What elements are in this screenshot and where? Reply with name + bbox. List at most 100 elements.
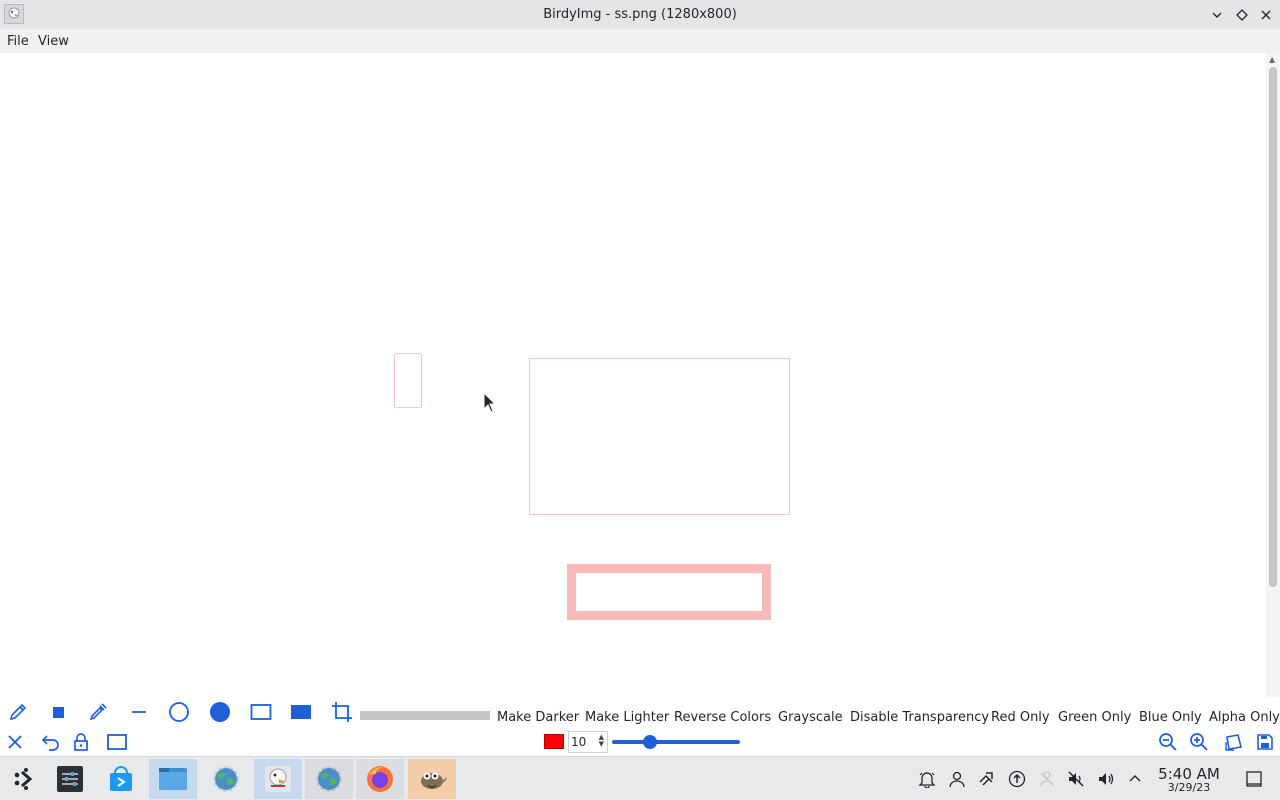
lock-button[interactable]	[68, 729, 94, 755]
blue-only-button[interactable]: Blue Only	[1139, 710, 1202, 725]
taskbar-system-settings[interactable]	[46, 759, 94, 799]
close-image-button[interactable]	[2, 729, 28, 755]
filled-square-small-icon	[53, 707, 64, 718]
menu-file[interactable]: File	[7, 34, 29, 49]
mute-icon	[1068, 771, 1084, 787]
update-icon	[1008, 770, 1026, 788]
line-icon	[132, 711, 146, 713]
menu-bar: File View	[0, 29, 1280, 53]
close-icon	[8, 735, 22, 749]
rectangle-filled-icon	[291, 705, 311, 719]
brush-size-spinbox[interactable]: 10 ▲ ▼	[568, 731, 608, 753]
thick-rectangle-shape	[567, 564, 771, 620]
vertical-scrollbar[interactable]: ▲ ▼	[1266, 53, 1280, 711]
green-only-button[interactable]: Green Only	[1058, 710, 1131, 725]
gimp-icon	[421, 772, 447, 789]
pencil-tool-button[interactable]	[5, 699, 31, 725]
close-window-button[interactable]	[1256, 5, 1276, 25]
tray-kde-connect[interactable]	[976, 769, 996, 789]
network-disabled-icon	[1040, 771, 1054, 787]
tray-user[interactable]	[947, 769, 967, 789]
notification-bell-icon	[918, 772, 936, 788]
minimize-button[interactable]	[1207, 5, 1227, 25]
taskbar: 5:40 AM 3/29/23	[0, 756, 1280, 800]
rectangle-select-button[interactable]	[104, 729, 130, 755]
title-bar: BirdyImg - ss.png (1280x800)	[0, 0, 1280, 29]
alpha-only-button[interactable]: Alpha Only	[1209, 710, 1280, 725]
show-desktop-icon	[1246, 771, 1262, 787]
scroll-up-icon[interactable]: ▲	[1269, 55, 1275, 64]
zoom-out-icon	[1159, 733, 1177, 751]
show-desktop-button[interactable]	[1244, 769, 1264, 789]
tray-notifications[interactable]	[917, 769, 937, 789]
grayscale-button[interactable]: Grayscale	[778, 710, 843, 725]
taskbar-globe-browser[interactable]	[202, 759, 250, 799]
crop-tool-button[interactable]	[329, 699, 355, 725]
undo-button[interactable]	[38, 729, 64, 755]
firefox-icon	[367, 766, 393, 792]
drawing-toolbar: Make Darker Make Lighter Reverse Colors …	[0, 697, 1280, 728]
birdyimg-app-icon	[265, 766, 291, 792]
color-picker-swatch[interactable]	[544, 734, 564, 749]
tray-updates[interactable]	[1007, 769, 1027, 789]
maximize-button[interactable]	[1232, 5, 1252, 25]
zoom-out-button[interactable]	[1155, 729, 1181, 755]
clock-date[interactable]: 3/29/23	[1154, 781, 1224, 794]
spin-arrows-icon[interactable]: ▲ ▼	[599, 734, 604, 748]
volume-icon	[1099, 773, 1114, 785]
undo-icon	[41, 735, 59, 751]
taskbar-file-manager[interactable]	[149, 759, 197, 799]
taskbar-birdyimg[interactable]	[254, 759, 302, 799]
eyedropper-tool-button[interactable]	[85, 699, 111, 725]
circle-outline-tool-button[interactable]	[166, 699, 192, 725]
application-launcher-icon	[14, 768, 33, 790]
menu-view[interactable]: View	[38, 34, 69, 49]
opacity-slider-handle[interactable]	[643, 735, 658, 749]
save-button[interactable]	[1252, 729, 1278, 755]
red-only-button[interactable]: Red Only	[991, 710, 1050, 725]
globe-network-icon	[316, 766, 342, 792]
brush-size-value: 10	[571, 735, 587, 749]
circle-filled-icon	[210, 702, 230, 722]
rectangle-filled-tool-button[interactable]	[288, 699, 314, 725]
rotate-button[interactable]	[1221, 729, 1247, 755]
image-canvas[interactable]	[0, 53, 1266, 697]
zoom-in-button[interactable]	[1186, 729, 1212, 755]
make-lighter-button[interactable]: Make Lighter	[585, 710, 669, 725]
window-title: BirdyImg - ss.png (1280x800)	[543, 7, 737, 22]
scrollbar-thumb[interactable]	[1269, 67, 1277, 587]
circle-filled-tool-button[interactable]	[207, 699, 233, 725]
line-tool-button[interactable]	[126, 699, 152, 725]
tray-expand[interactable]	[1125, 769, 1145, 789]
tray-expand-icon	[1129, 775, 1141, 782]
rotate-icon	[1225, 734, 1242, 751]
circle-outline-icon	[169, 702, 189, 722]
small-square-tool-button[interactable]	[45, 699, 71, 725]
eyedropper-icon	[89, 703, 107, 721]
user-icon	[949, 771, 965, 788]
discover-store-icon	[110, 766, 132, 791]
opacity-slider[interactable]	[612, 740, 740, 744]
horizontal-scrollbar[interactable]	[360, 711, 490, 720]
reverse-colors-button[interactable]: Reverse Colors	[674, 710, 771, 725]
action-toolbar: 10 ▲ ▼	[0, 728, 1280, 756]
taskbar-firefox[interactable]	[356, 759, 404, 799]
globe-browser-icon	[213, 766, 239, 792]
application-launcher-button[interactable]	[0, 759, 48, 799]
file-manager-icon	[159, 768, 187, 790]
rectangle-outline-tool-button[interactable]	[248, 699, 274, 725]
taskbar-discover[interactable]	[97, 759, 145, 799]
disable-transparency-button[interactable]: Disable Transparency	[850, 710, 989, 725]
crop-icon	[332, 702, 352, 722]
make-darker-button[interactable]: Make Darker	[497, 710, 579, 725]
taskbar-gimp[interactable]	[408, 759, 456, 799]
kde-connect-icon	[979, 772, 993, 786]
tray-mute[interactable]	[1066, 769, 1086, 789]
tray-network[interactable]	[1037, 769, 1057, 789]
chevron-down-icon	[1212, 12, 1222, 18]
system-settings-icon	[57, 766, 83, 792]
tray-volume[interactable]	[1096, 769, 1116, 789]
taskbar-globe-network[interactable]	[305, 759, 353, 799]
rectangle-outline-icon	[250, 704, 272, 720]
small-rectangle-shape	[394, 353, 422, 408]
